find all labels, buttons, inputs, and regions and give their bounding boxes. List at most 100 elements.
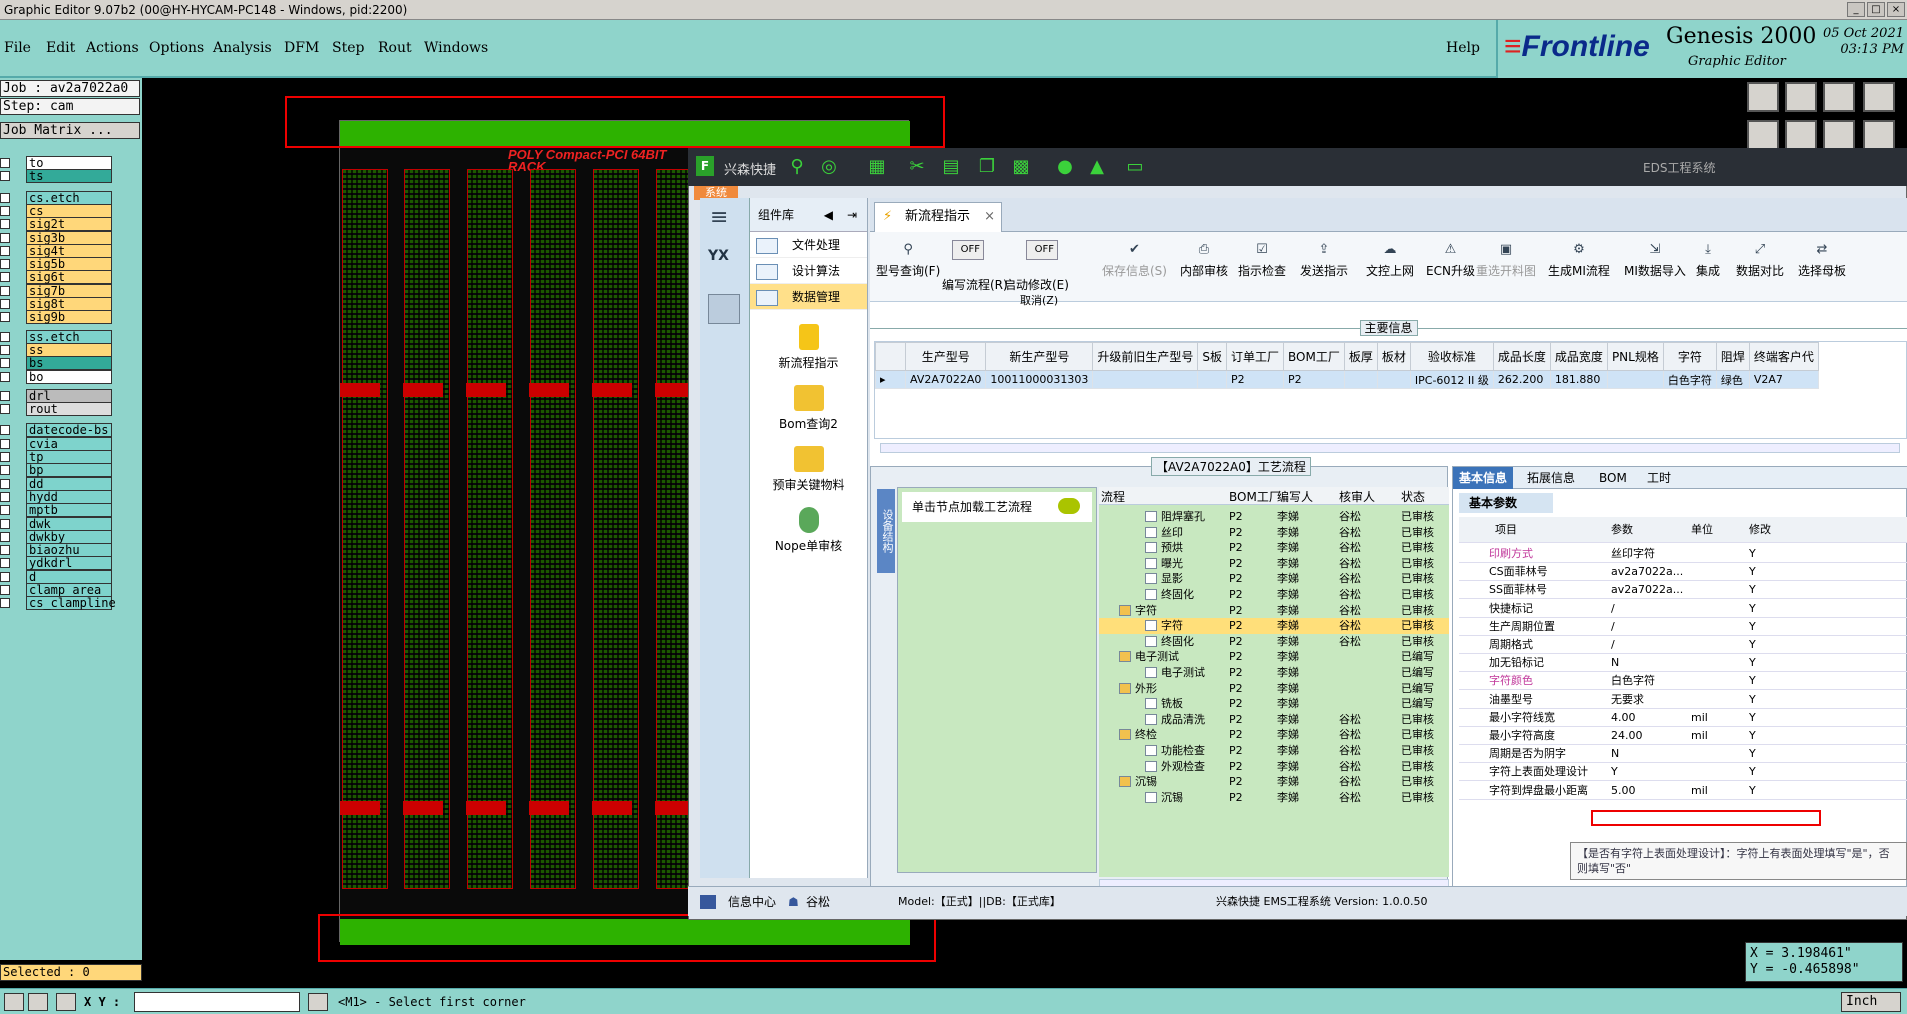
layer-checkbox[interactable] bbox=[0, 404, 10, 415]
layer-checkbox[interactable] bbox=[0, 205, 10, 216]
measure-tool-icon[interactable] bbox=[28, 993, 48, 1011]
layer-checkbox[interactable] bbox=[0, 585, 10, 595]
layer-row[interactable]: ydkdrl bbox=[0, 556, 112, 571]
flow-row[interactable]: 终固化 P2 李娣 谷松 已审核 bbox=[1099, 634, 1449, 650]
snap-tool-icon[interactable] bbox=[56, 993, 76, 1011]
layer-checkbox[interactable] bbox=[0, 531, 10, 542]
layer-row[interactable]: sig4t bbox=[0, 243, 112, 258]
layer-checkbox[interactable] bbox=[0, 344, 10, 355]
layer-checkbox[interactable] bbox=[0, 371, 10, 382]
param-row[interactable]: 最小字符高度 24.00 mil Y bbox=[1459, 727, 1907, 745]
param-row[interactable]: 字符到焊盘最小距离 5.00 mil Y bbox=[1459, 782, 1907, 800]
start-modify-toggle[interactable]: OFF bbox=[1026, 240, 1058, 260]
layer-checkbox[interactable] bbox=[0, 518, 10, 529]
ecn-upgrade-button[interactable]: ⚠ ECN升级 bbox=[1426, 242, 1475, 279]
fit-icon[interactable] bbox=[1863, 82, 1895, 112]
layer-checkbox[interactable] bbox=[0, 312, 10, 323]
internal-review-button[interactable]: ⎙ 内部审核 bbox=[1180, 242, 1228, 279]
table-cell[interactable]: 181.880 bbox=[1549, 370, 1608, 389]
model-query-button[interactable]: ⚲ 型号查询(F) bbox=[876, 242, 940, 279]
layer-row[interactable]: datecode-bs bbox=[0, 423, 112, 438]
reselect-cut-button[interactable]: ▣ 重选开料图 bbox=[1476, 242, 1536, 279]
layer-row[interactable]: bp bbox=[0, 463, 112, 478]
table-cell[interactable] bbox=[1197, 370, 1228, 389]
table-cell[interactable] bbox=[1092, 370, 1199, 389]
layer-checkbox[interactable] bbox=[0, 285, 10, 296]
nope-review-shortcut[interactable]: Nope单审核 bbox=[750, 507, 867, 554]
param-row[interactable]: 生产周期位置 / Y bbox=[1459, 618, 1907, 636]
layer-row[interactable]: ts bbox=[0, 169, 112, 184]
table-cell[interactable]: P2 bbox=[1226, 370, 1285, 389]
param-row[interactable]: 油墨型号 无要求 Y bbox=[1459, 691, 1907, 709]
close-button[interactable]: × bbox=[1887, 2, 1905, 17]
maximize-button[interactable]: □ bbox=[1867, 2, 1885, 17]
layer-checkbox[interactable] bbox=[0, 452, 10, 462]
column-header[interactable]: 成品宽度 bbox=[1549, 342, 1608, 371]
pause-icon[interactable] bbox=[308, 993, 328, 1011]
layer-row[interactable]: to bbox=[0, 156, 112, 170]
help-icon[interactable]: ◎ bbox=[818, 156, 840, 178]
layer-row[interactable]: biaozhu bbox=[0, 543, 112, 558]
param-cell[interactable]: av2a7022a... bbox=[1611, 563, 1683, 581]
column-header[interactable]: 板材 bbox=[1376, 342, 1411, 371]
param-row[interactable]: 加无铅标记 N Y bbox=[1459, 654, 1907, 673]
menu-windows[interactable]: Windows bbox=[424, 40, 488, 56]
tab-bom[interactable]: BOM bbox=[1593, 467, 1633, 489]
layer-row[interactable]: sig8t bbox=[0, 297, 112, 311]
layer-row[interactable]: bs bbox=[0, 356, 112, 371]
column-header[interactable]: 新生产型号 bbox=[985, 342, 1094, 371]
menu-step[interactable]: Step bbox=[332, 40, 364, 56]
param-row[interactable]: SS面菲林号 av2a7022a... Y bbox=[1459, 581, 1907, 600]
layer-checkbox[interactable] bbox=[0, 505, 10, 516]
layer-checkbox[interactable] bbox=[0, 259, 10, 270]
layer-checkbox[interactable] bbox=[0, 158, 10, 168]
table-cell[interactable] bbox=[1606, 370, 1664, 389]
param-row[interactable]: 周期格式 / Y bbox=[1459, 636, 1907, 654]
arrow-tool-icon[interactable] bbox=[4, 993, 24, 1011]
layer-checkbox[interactable] bbox=[0, 438, 10, 449]
flow-column-header[interactable]: 状态 bbox=[1401, 488, 1425, 505]
doc-upload-button[interactable]: ☁ 文控上网 bbox=[1366, 242, 1414, 279]
component-file-processing[interactable]: 文件处理 bbox=[750, 232, 867, 258]
layer-checkbox[interactable] bbox=[0, 219, 10, 230]
grid-icon[interactable] bbox=[1863, 120, 1895, 150]
layer-row[interactable]: tp bbox=[0, 450, 112, 464]
flow-row[interactable]: 外观检查 P2 李娣 谷松 已审核 bbox=[1099, 759, 1449, 775]
layer-row[interactable]: dwk bbox=[0, 516, 112, 531]
data-compare-button[interactable]: ⤢ 数据对比 bbox=[1736, 242, 1784, 279]
layer-checkbox[interactable] bbox=[0, 558, 10, 569]
layer-row[interactable]: cs_clampline bbox=[0, 596, 116, 611]
layer-row[interactable]: dd bbox=[0, 476, 112, 491]
user-icon[interactable]: ● bbox=[1054, 156, 1076, 178]
layer-row[interactable]: drl bbox=[0, 388, 112, 403]
minimize-button[interactable]: _ bbox=[1847, 2, 1865, 17]
component-data-management[interactable]: 数据管理 bbox=[750, 284, 867, 310]
column-header[interactable]: 板厚 bbox=[1343, 342, 1378, 371]
xy-input[interactable] bbox=[134, 992, 300, 1012]
table-cell[interactable]: 白色字符 bbox=[1662, 370, 1717, 389]
cancel-button[interactable]: 取消(Z) bbox=[1020, 292, 1058, 308]
param-cell[interactable]: / bbox=[1611, 618, 1615, 636]
menu-help[interactable]: Help bbox=[1446, 40, 1480, 56]
layer-row[interactable]: cs bbox=[0, 203, 112, 218]
select-mother-board-button[interactable]: ⇄ 选择母板 bbox=[1798, 242, 1846, 279]
tab-extended-info[interactable]: 拓展信息 bbox=[1521, 467, 1581, 489]
layer-row[interactable]: sig2t bbox=[0, 217, 112, 232]
new-flow-shortcut[interactable]: 新流程指示 bbox=[750, 324, 867, 371]
search-icon[interactable]: ⚲ bbox=[786, 156, 808, 178]
equipment-structure-tab[interactable]: 设备结构 bbox=[877, 489, 895, 573]
table-cell[interactable]: IPC-6012 II 级 bbox=[1409, 370, 1494, 389]
layer-row[interactable]: sig5b bbox=[0, 257, 112, 272]
tab-work-hours[interactable]: 工时 bbox=[1641, 467, 1677, 489]
column-header[interactable]: 生产型号 bbox=[904, 342, 987, 371]
menu-rout[interactable]: Rout bbox=[378, 40, 412, 56]
column-header[interactable]: BOM工厂 bbox=[1283, 342, 1345, 371]
hamburger-icon[interactable]: ≡ bbox=[710, 207, 738, 230]
cut-icon[interactable]: ✂ bbox=[906, 156, 928, 178]
send-instruction-button[interactable]: ⇪ 发送指示 bbox=[1300, 242, 1348, 279]
param-row[interactable]: 字符上表面处理设计 Y Y bbox=[1459, 763, 1907, 782]
table-cell[interactable]: P2 bbox=[1283, 370, 1345, 389]
zoom-out-icon[interactable] bbox=[1785, 82, 1817, 112]
table-icon[interactable]: ▦ bbox=[866, 156, 888, 178]
menu-file[interactable]: File bbox=[4, 40, 31, 56]
